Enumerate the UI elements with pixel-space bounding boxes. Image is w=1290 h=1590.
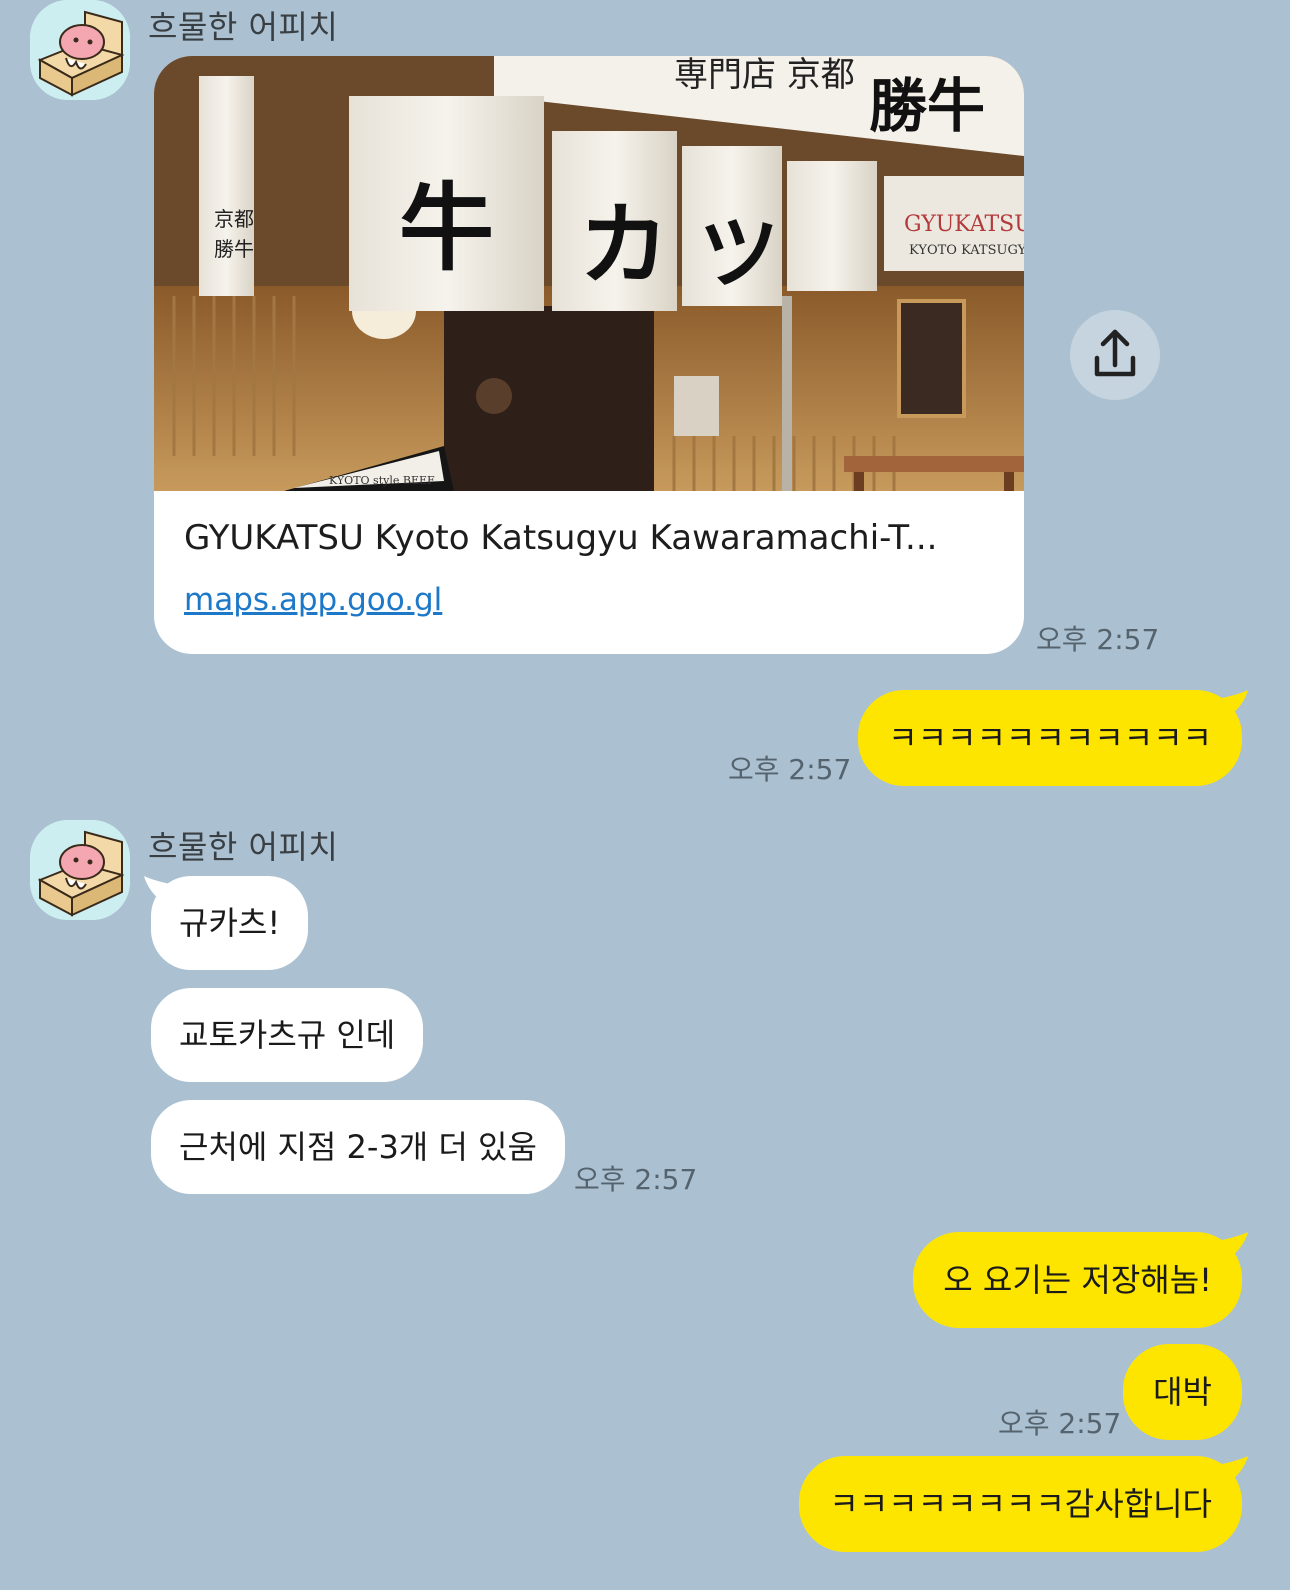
outgoing-message[interactable]: 오 요기는 저장해놈! bbox=[913, 1232, 1242, 1328]
svg-text:勝牛: 勝牛 bbox=[869, 72, 985, 140]
apeach-avatar-icon bbox=[30, 820, 130, 920]
incoming-message[interactable]: 규카츠! bbox=[151, 876, 309, 970]
timestamp: 오후 2:57 bbox=[728, 753, 852, 786]
restaurant-storefront-image: 専門店 京都 勝牛 京都 勝牛 牛 カ ツ GYUKATSU KYOTO KAT… bbox=[154, 56, 1024, 491]
timestamp: 오후 2:57 bbox=[574, 1163, 698, 1196]
sender-name: 흐물한 어피치 bbox=[148, 8, 339, 46]
svg-text:GYUKATSU: GYUKATSU bbox=[904, 212, 1024, 237]
svg-text:ツ: ツ bbox=[699, 206, 779, 300]
link-url[interactable]: maps.app.goo.gl bbox=[184, 582, 442, 618]
outgoing-message[interactable]: ㅋㅋㅋㅋㅋㅋㅋㅋㅋㅋㅋ bbox=[858, 690, 1242, 786]
share-icon bbox=[1094, 329, 1136, 377]
svg-text:勝牛: 勝牛 bbox=[214, 237, 254, 261]
sender-name: 흐물한 어피치 bbox=[148, 828, 339, 866]
bubble-tail bbox=[1222, 1456, 1248, 1480]
sign-main-text: 牛 bbox=[399, 173, 494, 284]
link-title[interactable]: GYUKATSU Kyoto Katsugyu Kawaramachi-T... bbox=[184, 518, 984, 558]
apeach-avatar-icon bbox=[30, 0, 130, 100]
share-button[interactable] bbox=[1070, 310, 1160, 400]
svg-text:カ: カ bbox=[579, 192, 669, 298]
sender-avatar[interactable] bbox=[30, 820, 130, 920]
incoming-message[interactable]: 근처에 지점 2-3개 더 있움 bbox=[151, 1100, 565, 1194]
svg-text:KYOTO style BEEF: KYOTO style BEEF bbox=[329, 474, 435, 487]
timestamp: 오후 2:57 bbox=[998, 1407, 1122, 1440]
sender-avatar[interactable] bbox=[30, 0, 130, 100]
incoming-message[interactable]: 교토카츠규 인데 bbox=[151, 988, 424, 1082]
svg-text:KYOTO KATSUGYU: KYOTO KATSUGYU bbox=[909, 243, 1024, 258]
link-preview-card[interactable]: 専門店 京都 勝牛 京都 勝牛 牛 カ ツ GYUKATSU KYOTO KAT… bbox=[154, 56, 1024, 654]
bubble-tail bbox=[1222, 1232, 1248, 1256]
timestamp: 오후 2:57 bbox=[1036, 623, 1160, 656]
svg-text:京都: 京都 bbox=[214, 207, 254, 231]
outgoing-message[interactable]: 대박 bbox=[1123, 1344, 1242, 1440]
outgoing-message[interactable]: ㅋㅋㅋㅋㅋㅋㅋㅋ감사합니다 bbox=[799, 1456, 1242, 1552]
sign-top-text: 専門店 京都 bbox=[674, 56, 855, 95]
bubble-tail bbox=[1222, 690, 1248, 714]
